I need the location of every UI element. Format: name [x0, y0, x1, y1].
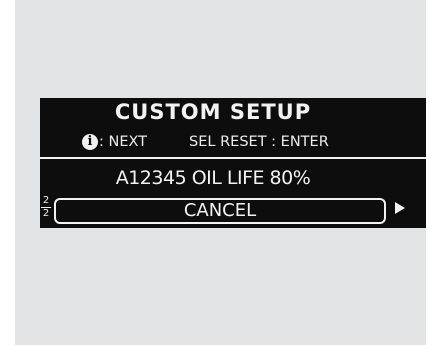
divider	[40, 157, 426, 159]
page-total: 2	[42, 208, 50, 219]
select-reset-hint: SEL RESET : ENTER	[189, 134, 329, 150]
custom-setup-display: CUSTOM SETUP i : NEXT SEL RESET : ENTER …	[40, 98, 426, 228]
oil-life-item: A12345 OIL LIFE 80%	[115, 167, 311, 189]
page-indicator: 2 2	[41, 196, 51, 219]
display-title: CUSTOM SETUP	[114, 100, 312, 124]
right-arrow-icon[interactable]	[395, 202, 405, 214]
page-current: 2	[42, 195, 50, 206]
help-row: i : NEXT SEL RESET : ENTER	[82, 132, 329, 152]
next-hint: : NEXT	[99, 134, 148, 150]
cancel-button[interactable]: CANCEL	[54, 198, 386, 224]
info-icon[interactable]: i	[82, 134, 98, 150]
